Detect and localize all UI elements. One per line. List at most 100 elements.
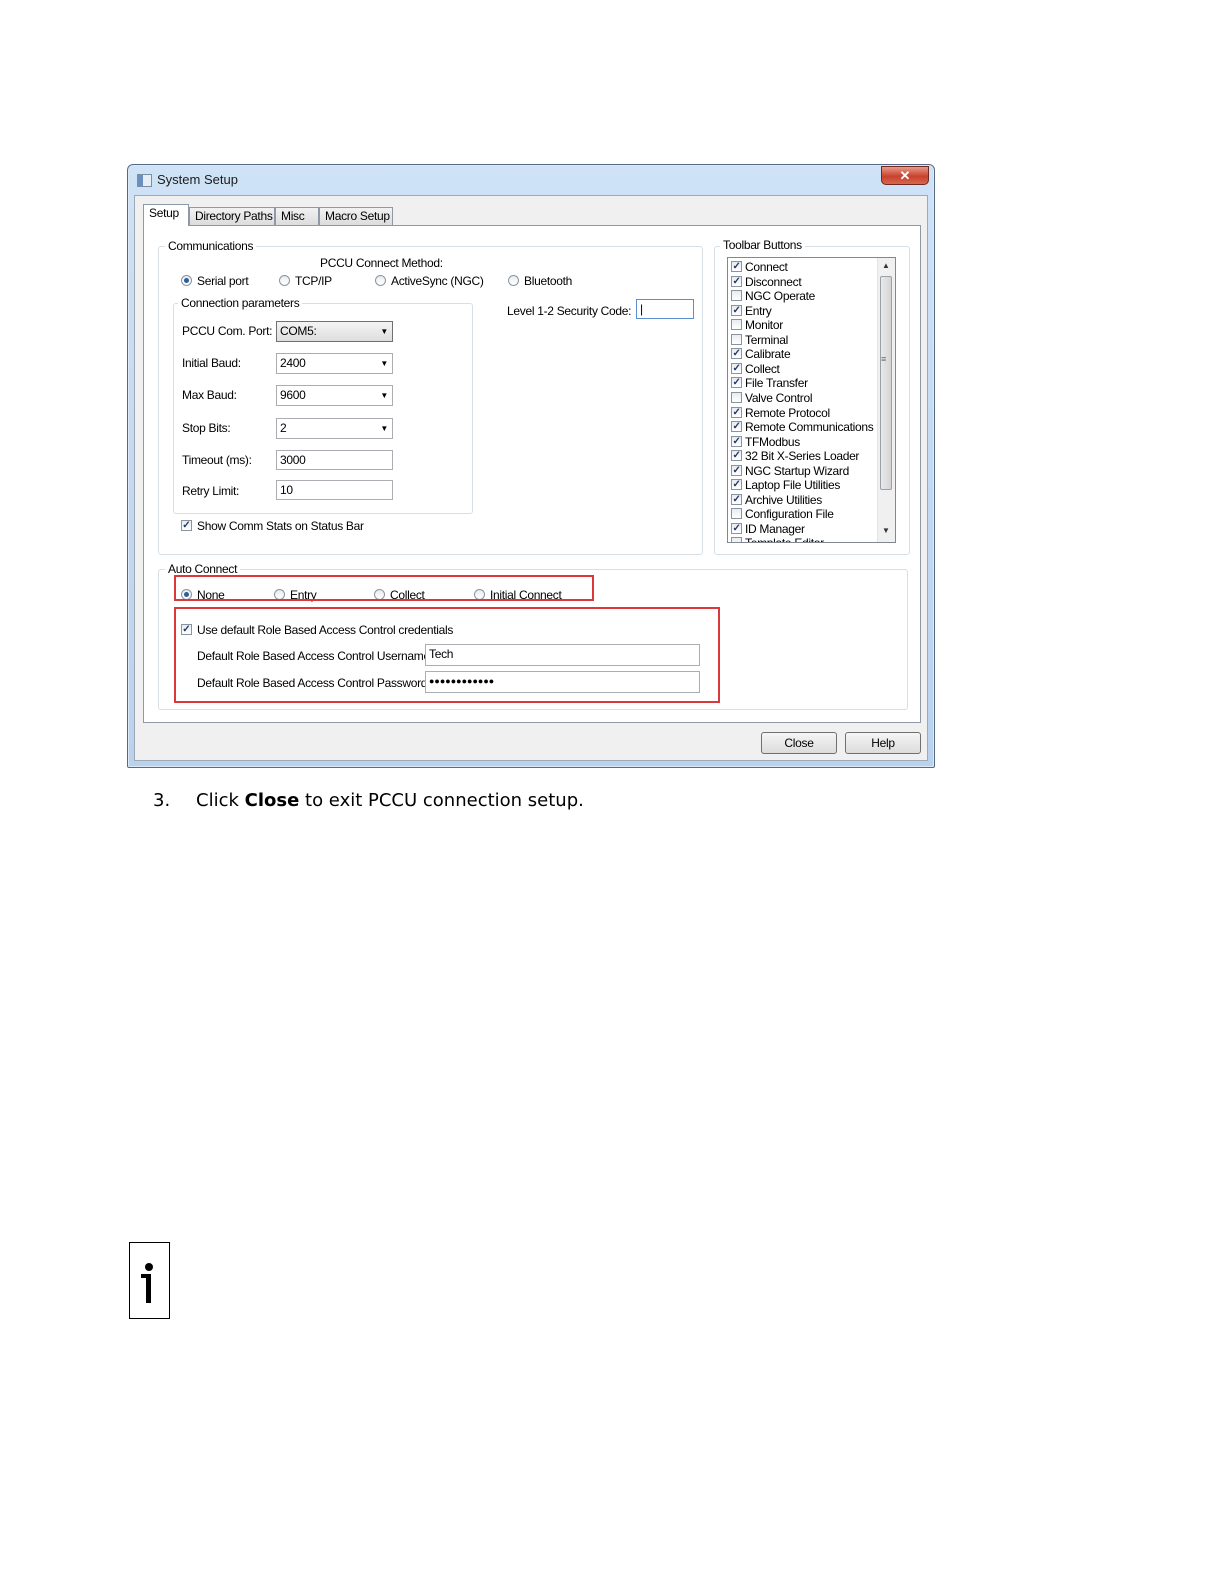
connection-parameters-group: Connection parameters PCCU Com. Port: CO… xyxy=(173,296,473,514)
toolbar-button-label: Disconnect xyxy=(745,274,802,289)
tab-setup[interactable]: Setup xyxy=(143,204,189,226)
step-text-before: Click xyxy=(196,790,245,811)
toolbar-buttons-legend: Toolbar Buttons xyxy=(720,238,805,252)
toolbar-button-checkbox[interactable]: ✓ xyxy=(731,261,742,272)
stop-bits-label: Stop Bits: xyxy=(182,421,231,435)
app-window-icon xyxy=(137,174,152,187)
toolbar-button-checkbox[interactable] xyxy=(731,537,742,542)
toolbar-button-checkbox[interactable] xyxy=(731,319,742,331)
rbac-highlight xyxy=(174,607,720,703)
stop-bits-select[interactable]: 2 ▼ xyxy=(276,418,393,439)
dialog-client-area: Setup Directory Paths Misc Macro Setup C… xyxy=(134,195,928,761)
auto-connect-legend: Auto Connect xyxy=(165,562,241,576)
show-comm-stats-checkbox[interactable]: ✓ xyxy=(181,520,192,531)
toolbar-button-label: Remote Communications xyxy=(745,420,874,435)
toolbar-button-checkbox[interactable]: ✓ xyxy=(731,450,742,462)
toolbar-button-label: NGC Operate xyxy=(745,289,816,304)
timeout-label: Timeout (ms): xyxy=(182,453,252,467)
toolbar-buttons-list[interactable]: ✓ Connect ✓ Disconnect NGC Operate ✓ Entry Moni… xyxy=(727,257,896,543)
info-icon-stem xyxy=(146,1276,151,1303)
toolbar-button-checkbox[interactable] xyxy=(731,290,742,302)
toolbar-button-checkbox[interactable]: ✓ xyxy=(731,435,742,447)
toolbar-button-label: Entry xyxy=(745,303,772,318)
toolbar-button-label: TFModbus xyxy=(745,434,800,449)
auto-connect-highlight xyxy=(174,575,594,601)
initial-baud-select[interactable]: 2400 ▼ xyxy=(276,353,393,374)
scroll-thumb[interactable] xyxy=(880,276,892,490)
help-button[interactable]: Help xyxy=(845,732,921,754)
toolbar-button-label: 32 Bit X-Series Loader xyxy=(745,449,860,464)
toolbar-button-label: ID Manager xyxy=(745,521,805,536)
connect-method-label: PCCU Connect Method: xyxy=(320,256,443,270)
toolbar-button-checkbox[interactable] xyxy=(731,391,742,403)
initial-baud-value: 2400 xyxy=(280,356,306,370)
toolbar-button-checkbox[interactable]: ✓ xyxy=(731,362,742,374)
radio-bluetooth[interactable] xyxy=(508,275,519,286)
toolbar-button-label: Monitor xyxy=(745,318,783,333)
com-port-label: PCCU Com. Port: xyxy=(182,324,273,338)
tab-directory-paths[interactable]: Directory Paths xyxy=(189,207,275,225)
toolbar-button-label: Laptop File Utilities xyxy=(745,478,841,493)
connection-parameters-legend: Connection parameters xyxy=(178,296,303,310)
max-baud-label: Max Baud: xyxy=(182,388,237,402)
radio-serial-port[interactable] xyxy=(181,275,192,286)
toolbar-button-checkbox[interactable] xyxy=(731,333,742,345)
toolbar-button-label: Valve Control xyxy=(745,390,813,405)
dropdown-arrow-icon: ▼ xyxy=(380,359,388,368)
toolbar-button-label: Collect xyxy=(745,361,780,376)
setup-tab-page: Communications PCCU Connect Method: Seri… xyxy=(143,225,921,723)
radio-tcp-ip-label: TCP/IP xyxy=(295,274,332,288)
tab-macro-setup[interactable]: Macro Setup xyxy=(319,207,393,225)
com-port-select[interactable]: COM5: ▼ xyxy=(276,321,393,342)
toolbar-button-checkbox[interactable]: ✓ xyxy=(731,421,742,433)
toolbar-button-checkbox[interactable]: ✓ xyxy=(731,522,742,534)
dropdown-arrow-icon: ▼ xyxy=(380,327,388,336)
toolbar-button-checkbox[interactable]: ✓ xyxy=(731,406,742,418)
toolbar-button-label: Archive Utilities xyxy=(745,492,822,507)
step-text-bold: Close xyxy=(244,790,300,811)
initial-baud-label: Initial Baud: xyxy=(182,356,241,370)
com-port-value: COM5: xyxy=(280,324,317,338)
show-comm-stats-label: Show Comm Stats on Status Bar xyxy=(197,519,364,533)
toolbar-button-checkbox[interactable]: ✓ xyxy=(731,479,742,491)
max-baud-value: 9600 xyxy=(280,388,306,402)
toolbar-button-checkbox[interactable]: ✓ xyxy=(731,275,742,287)
toolbar-button-label: Terminal xyxy=(745,332,788,347)
retry-limit-label: Retry Limit: xyxy=(182,484,240,498)
security-code-input[interactable]: | xyxy=(636,299,694,319)
close-icon[interactable]: ✕ xyxy=(881,166,929,185)
list-scrollbar[interactable]: ▲ ≡ ▼ xyxy=(877,258,895,542)
scroll-down-icon[interactable]: ▼ xyxy=(882,526,890,535)
info-icon xyxy=(129,1242,170,1319)
toolbar-button-checkbox[interactable]: ✓ xyxy=(731,304,742,316)
toolbar-button-label: Configuration File xyxy=(745,507,834,522)
security-code-label: Level 1-2 Security Code: xyxy=(507,304,632,318)
stop-bits-value: 2 xyxy=(280,421,287,435)
dropdown-arrow-icon: ▼ xyxy=(380,391,388,400)
communications-group: Communications PCCU Connect Method: Seri… xyxy=(158,239,703,555)
toolbar-button-label: Calibrate xyxy=(745,347,791,362)
system-setup-window: System Setup ✕ Setup Directory Paths Mis… xyxy=(127,164,935,768)
step-text-after: to exit PCCU connection setup. xyxy=(299,790,584,811)
radio-activesync[interactable] xyxy=(375,275,386,286)
communications-legend: Communications xyxy=(165,239,257,253)
retry-limit-input[interactable]: 10 xyxy=(276,480,393,500)
toolbar-button-checkbox[interactable]: ✓ xyxy=(731,377,742,389)
toolbar-button-checkbox[interactable]: ✓ xyxy=(731,464,742,476)
scroll-up-icon[interactable]: ▲ xyxy=(882,261,890,270)
info-icon-dot xyxy=(145,1263,153,1271)
tab-misc[interactable]: Misc xyxy=(275,207,319,225)
radio-activesync-label: ActiveSync (NGC) xyxy=(391,274,484,288)
toolbar-button-checkbox[interactable] xyxy=(731,508,742,520)
toolbar-button-checkbox[interactable]: ✓ xyxy=(731,493,742,505)
radio-bluetooth-label: Bluetooth xyxy=(524,274,573,288)
radio-tcp-ip[interactable] xyxy=(279,275,290,286)
close-button[interactable]: Close xyxy=(761,732,837,754)
toolbar-button-label: Remote Protocol xyxy=(745,405,830,420)
toolbar-button-checkbox[interactable]: ✓ xyxy=(731,348,742,360)
timeout-input[interactable]: 3000 xyxy=(276,450,393,470)
title-bar[interactable]: System Setup ✕ xyxy=(128,165,934,195)
toolbar-button-label: File Transfer xyxy=(745,376,808,391)
max-baud-select[interactable]: 9600 ▼ xyxy=(276,385,393,406)
dropdown-arrow-icon: ▼ xyxy=(380,424,388,433)
